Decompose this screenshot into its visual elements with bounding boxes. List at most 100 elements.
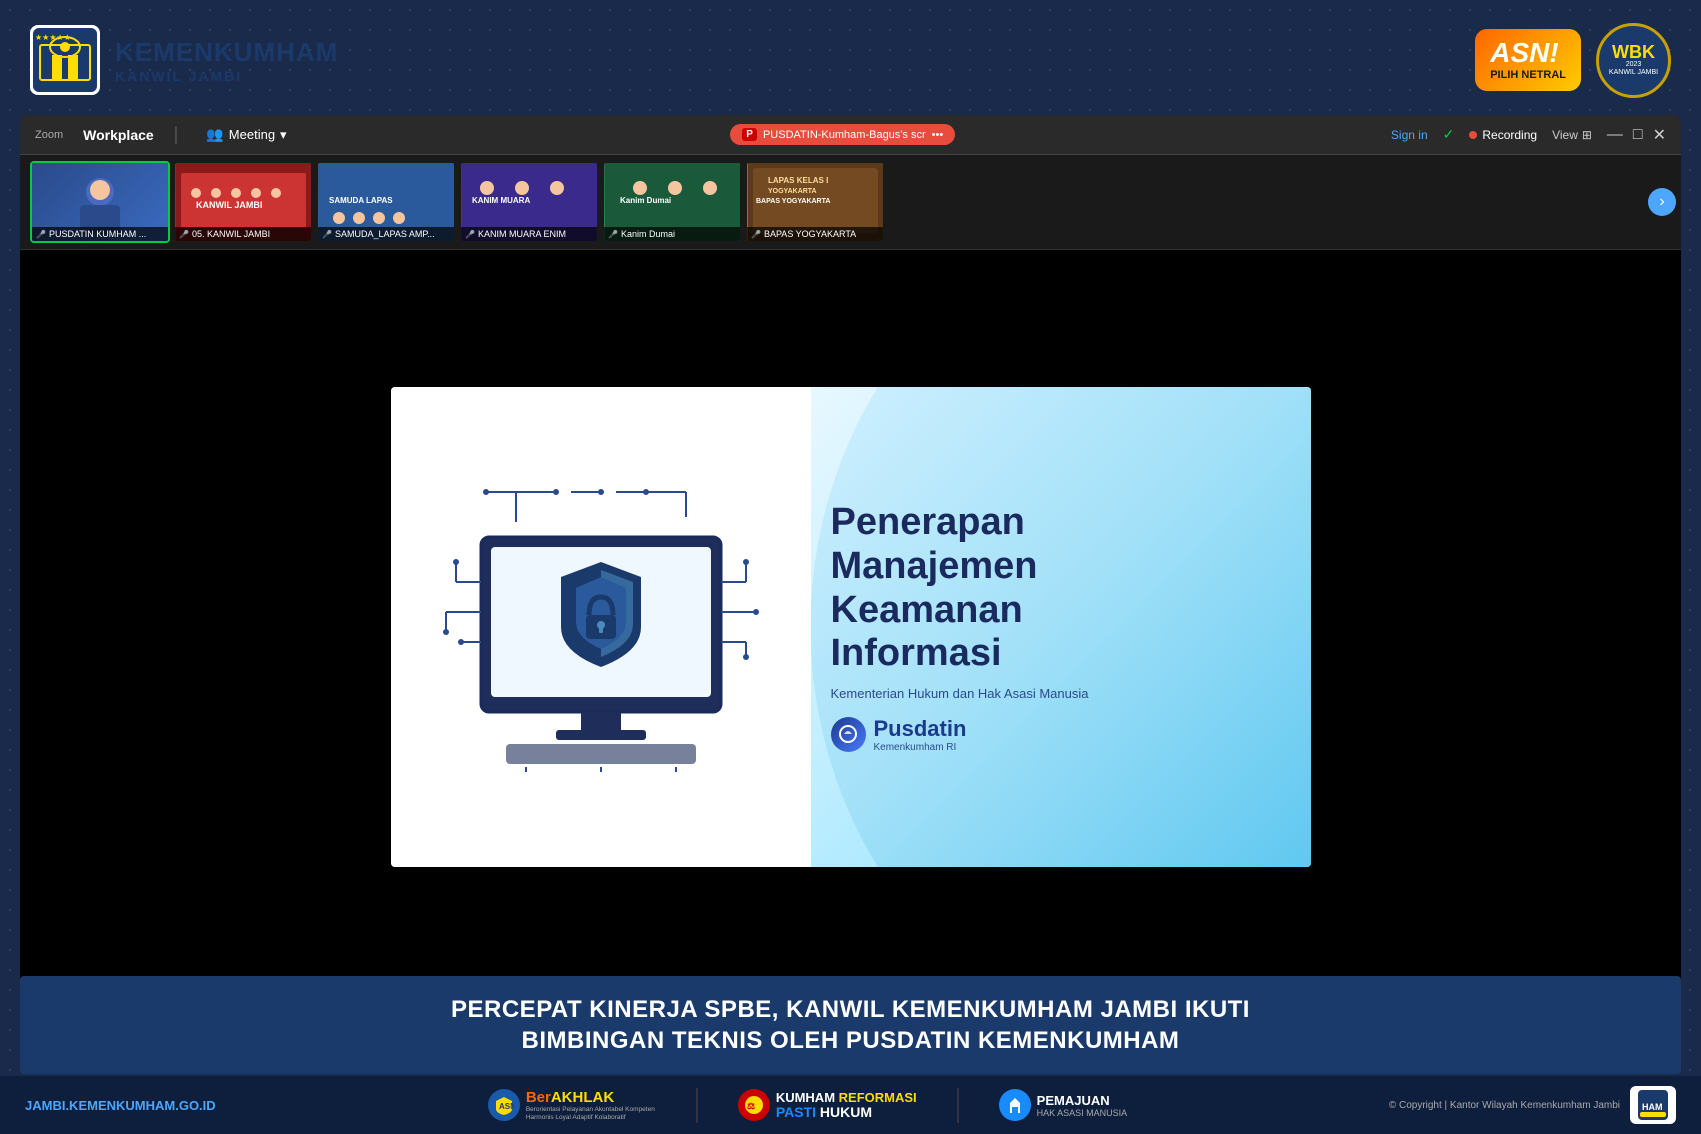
pemajuan-badge: PEMAJUAN HAK ASASI MANUSIA [999, 1089, 1128, 1121]
logo-title: KEMENKUMHAM [115, 37, 338, 68]
slide-left [391, 387, 811, 867]
meeting-label: Meeting [229, 127, 275, 142]
participant-label-2: 🎤 05. KANWIL JAMBI [175, 227, 311, 241]
view-label: View [1552, 128, 1578, 142]
pasti-hukum-label: PASTI HUKUM [776, 1104, 917, 1120]
berakhlak-sub: Berorientasi Pelayanan Akuntabel Kompete… [526, 1106, 656, 1122]
meeting-button[interactable]: 👥 Meeting ▾ [198, 122, 294, 147]
toolbar-separator: | [174, 124, 179, 145]
footer-website: JAMBI.KEMENKUMHAM.GO.ID [25, 1098, 245, 1113]
participant-label-1: 🎤 PUSDATIN KUMHAM ... [32, 227, 168, 241]
svg-text:HAM: HAM [1642, 1102, 1663, 1112]
svg-text:LAPAS KELAS I: LAPAS KELAS I [768, 176, 828, 185]
footer-divider-2 [957, 1088, 959, 1123]
footer-center: ASN BerAKHLAK Berorientasi Pelayanan Aku… [245, 1088, 1370, 1123]
toolbar-center: P PUSDATIN-Kumham-Bagus's scr ••• [315, 124, 1371, 145]
pilih-netral-label: PILIH NETRAL [1490, 69, 1566, 82]
svg-text:ASN: ASN [499, 1102, 514, 1111]
bottom-title-line1: PERCEPAT KINERJA SPBE, KANWIL KEMENKUMHA… [50, 994, 1651, 1025]
reformasi-label: REFORMASI [839, 1090, 917, 1105]
toolbar-right: Sign in ✓ Recording View ⊞ — □ ✕ [1391, 125, 1666, 145]
svg-text:SAMUDA LAPAS: SAMUDA LAPAS [329, 196, 393, 205]
svg-text:Kanim Dumai: Kanim Dumai [620, 196, 671, 205]
logo-subtitle: KANWIL JAMBI [115, 68, 338, 84]
recording-indicator: Recording [1469, 128, 1537, 142]
participant-thumb-6[interactable]: BAPAS YOGYAKARTA LAPAS KELAS I YOGYAKART… [745, 161, 885, 243]
asn-badge: ASN! PILIH NETRAL [1475, 29, 1581, 90]
slide-branding: Pusdatin Kemenkumham RI [831, 716, 1291, 753]
participants-next-button[interactable]: › [1648, 188, 1676, 216]
wbk-label: WBK [1612, 43, 1655, 61]
participant-thumb-2[interactable]: KANWIL JAMBI 🎤 05. KANWIL JAMBI [173, 161, 313, 243]
bottom-title-bar: PERCEPAT KINERJA SPBE, KANWIL KEMENKUMHA… [20, 976, 1681, 1074]
hukum-label: HUKUM [820, 1104, 872, 1120]
svg-text:BAPAS YOGYAKARTA: BAPAS YOGYAKARTA [756, 198, 830, 205]
more-icon: ••• [932, 129, 944, 141]
presentation-slide: Penerapan Manajemen Keamanan Informasi K… [391, 387, 1311, 867]
meeting-chevron: ▾ [280, 127, 287, 143]
view-button[interactable]: View ⊞ [1552, 128, 1592, 142]
header: ★★★★★ KEMENKUMHAM KANWIL JAMBI ASN! PILI… [0, 0, 1701, 120]
recording-label: Recording [1482, 128, 1537, 142]
slide-subtitle: Kementerian Hukum dan Hak Asasi Manusia [831, 686, 1291, 701]
mic-icon-4: 🎤 [465, 230, 475, 239]
akhlak-text: AKHLAK [551, 1089, 614, 1106]
participant-thumb-4[interactable]: KANIM MUARA 🎤 KANIM MUARA ENIM [459, 161, 599, 243]
footer-right-area: © Copyright | Kantor Wilayah Kemenkumham… [1370, 1086, 1676, 1124]
brand-name: Pusdatin [874, 716, 967, 742]
kumham-icon: ⚖ [738, 1089, 770, 1121]
recording-dot [1469, 131, 1477, 139]
kumham-reformasi-badge: ⚖ KUMHAM REFORMASI PASTI HUKUM [738, 1089, 917, 1121]
berakhlak-label: BerAKHLAK [526, 1089, 656, 1106]
p-icon: P [742, 128, 757, 141]
pemajuan-icon [999, 1089, 1031, 1121]
participant-label-3: 🎤 SAMUDA_LAPAS AMP... [318, 227, 454, 241]
shared-screen-label: PUSDATIN-Kumham-Bagus's scr [763, 129, 926, 141]
hamkam-badge: HAM [1630, 1086, 1676, 1124]
presentation-area: Penerapan Manajemen Keamanan Informasi K… [20, 250, 1681, 1004]
pusdatin-logo-circle [831, 717, 866, 752]
mic-icon-6: 🎤 [751, 230, 761, 239]
bottom-title-line2: BIMBINGAN TEKNIS OLEH PUSDATIN KEMENKUMH… [50, 1025, 1651, 1056]
shared-screen-pill: P PUSDATIN-Kumham-Bagus's scr ••• [730, 124, 955, 145]
svg-text:YOGYAKARTA: YOGYAKARTA [768, 188, 817, 195]
people-icon: 👥 [206, 126, 223, 143]
close-button[interactable]: ✕ [1653, 125, 1666, 145]
berakhlak-badge: ASN BerAKHLAK Berorientasi Pelayanan Aku… [488, 1089, 656, 1122]
mic-icon-3: 🎤 [322, 230, 332, 239]
participant-label-5: 🎤 Kanim Dumai [604, 227, 740, 241]
pemajuan-label: PEMAJUAN [1037, 1093, 1128, 1108]
wbk-badge: WBK 2023 KANWIL JAMBI [1596, 23, 1671, 98]
asn-label: ASN! [1490, 37, 1566, 69]
header-right: ASN! PILIH NETRAL WBK 2023 KANWIL JAMBI [1475, 23, 1671, 98]
wbk-year: 2023 [1626, 61, 1642, 69]
mic-icon-5: 🎤 [608, 230, 618, 239]
slide-title: Penerapan Manajemen Keamanan Informasi [831, 501, 1291, 676]
security-illustration [426, 482, 776, 772]
minimize-button[interactable]: — [1607, 126, 1623, 144]
zoom-window: Zoom Workplace | 👥 Meeting ▾ P PUSDATIN-… [20, 115, 1681, 1004]
berakhlak-icon: ASN [488, 1089, 520, 1121]
participant-thumb-3[interactable]: SAMUDA LAPAS 🎤 SAMUDA_LAPAS AMP... [316, 161, 456, 243]
participant-thumb-1[interactable]: 🎤 PUSDATIN KUMHAM ... [30, 161, 170, 243]
copyright-text: © Copyright | Kantor Wilayah Kemenkumham… [1370, 1100, 1620, 1111]
restore-button[interactable]: □ [1633, 126, 1643, 144]
hamkam-icon: HAM [1638, 1090, 1668, 1120]
zoom-app-name: Zoom [35, 129, 63, 141]
mic-icon-2: 🎤 [179, 230, 189, 239]
logo-text: KEMENKUMHAM KANWIL JAMBI [115, 37, 338, 84]
mic-icon-1: 🎤 [36, 230, 46, 239]
kemenkumham-logo-icon: ★★★★★ [30, 25, 100, 95]
footer: JAMBI.KEMENKUMHAM.GO.ID ASN BerAKHLAK Be… [0, 1076, 1701, 1134]
ber-text: Ber [526, 1089, 551, 1106]
kumham-label: KUMHAM REFORMASI [776, 1091, 917, 1104]
footer-divider-1 [696, 1088, 698, 1123]
zoom-toolbar: Zoom Workplace | 👥 Meeting ▾ P PUSDATIN-… [20, 115, 1681, 155]
participant-label-4: 🎤 KANIM MUARA ENIM [461, 227, 597, 241]
svg-text:KANIM MUARA: KANIM MUARA [472, 196, 530, 205]
svg-text:★★★★★: ★★★★★ [35, 33, 71, 42]
security-check-icon: ✓ [1443, 126, 1455, 143]
participant-thumb-5[interactable]: Kanim Dumai 🎤 Kanim Dumai [602, 161, 742, 243]
logo-area: ★★★★★ KEMENKUMHAM KANWIL JAMBI [30, 25, 338, 95]
sign-in-button[interactable]: Sign in [1391, 128, 1428, 142]
